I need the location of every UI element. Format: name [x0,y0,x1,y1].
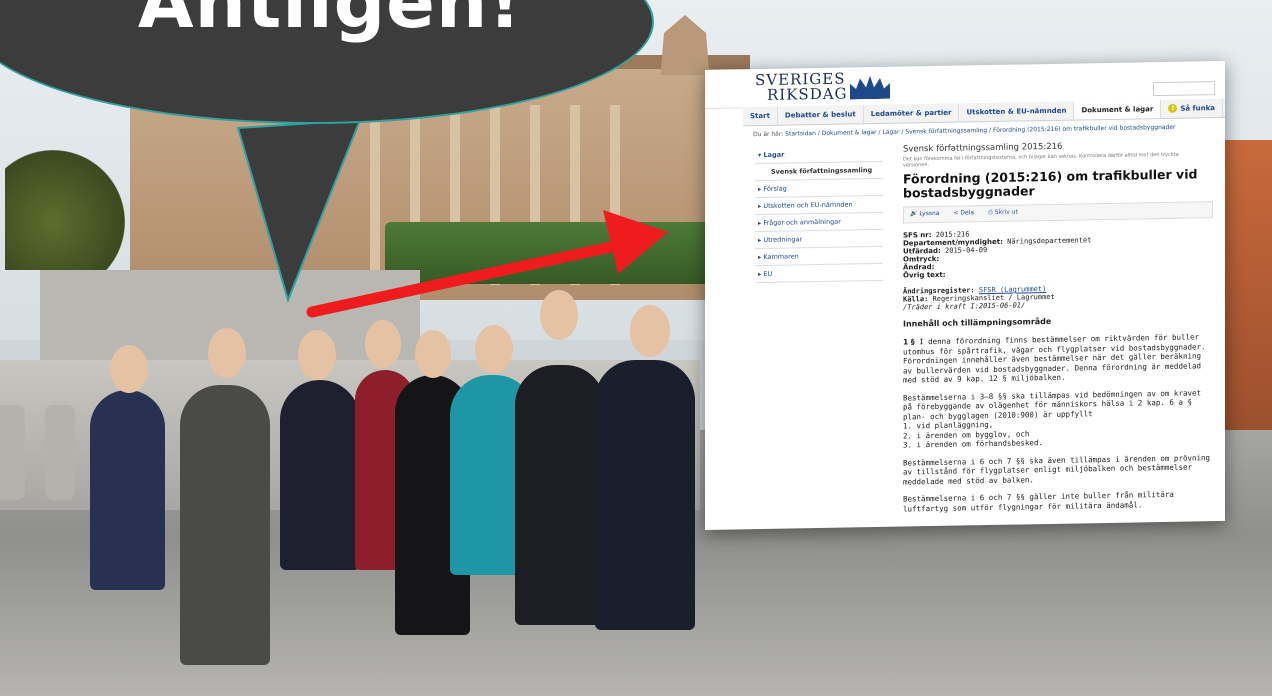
paragraph-3: Bestämmelserna i 6 och 7 §§ ska även til… [903,452,1211,487]
print-button[interactable]: ⎙ Skriv ut [988,208,1018,222]
paragraph-2: Bestämmelserna i 3–8 §§ ska tillämpas vi… [903,388,1213,450]
share-button[interactable]: < Dela [953,208,974,221]
document-metadata: SFS nr: 2015:216 Departement/myndighet: … [903,226,1213,279]
paragraph-1: 1 § I denna förordning finns bestämmelse… [903,332,1206,385]
document-content: Svensk författningssamling 2015:216 Det … [903,139,1213,513]
nav-tab-start[interactable]: Start [743,106,778,126]
sidebar-item-eu[interactable]: ▸ EU [755,263,883,284]
document-note: Det kan förekomma fel i författningstext… [903,151,1179,169]
nav-tab-ledamoter[interactable]: Ledamöter & partier [863,103,960,124]
crown-icon [850,73,890,100]
nav-tab-utskotten[interactable]: Utskotten & EU-nämnden [959,101,1075,122]
nav-tab-help[interactable]: ! Så funka [1161,98,1223,119]
section-heading: Innehåll och tillämpningsområde [903,316,1052,329]
nav-tab-dokument[interactable]: Dokument & lagar [1074,100,1162,120]
listen-button[interactable]: 🔊 Lyssna [910,209,939,223]
help-icon: ! [1168,103,1178,113]
trees [5,150,125,270]
document-toolbar: 🔊 Lyssna < Dela ⎙ Skriv ut [903,201,1213,224]
hedge [385,222,730,284]
baluster [45,405,75,500]
group-of-people [90,290,730,690]
paragraph-4: Bestämmelserna i 6 och 7 §§ gäller inte … [903,489,1174,514]
speech-bubble-text: Äntligen! [137,0,523,44]
page-title: Förordning (2015:216) om trafikbuller vi… [903,166,1198,201]
riksdag-logo[interactable]: SVERIGES RIKSDAG [755,70,848,104]
sidebar: ▾ Lagar Svensk författningssamling ▸ För… [755,144,883,284]
riksdag-webpage: SVERIGES RIKSDAG Start Debatter & beslut… [705,60,1225,530]
search-input[interactable] [1153,81,1215,97]
breadcrumb-path[interactable]: Startsidan / Dokument & lagar / Lagar / … [785,124,1175,138]
baluster [0,405,25,500]
change-register: Ändringsregister: SFSR (Lagrummet) Källa… [903,282,1213,312]
breadcrumb: Du är här: Startsidan / Dokument & lagar… [753,123,1176,139]
nav-tab-debatter[interactable]: Debatter & beslut [777,105,864,125]
